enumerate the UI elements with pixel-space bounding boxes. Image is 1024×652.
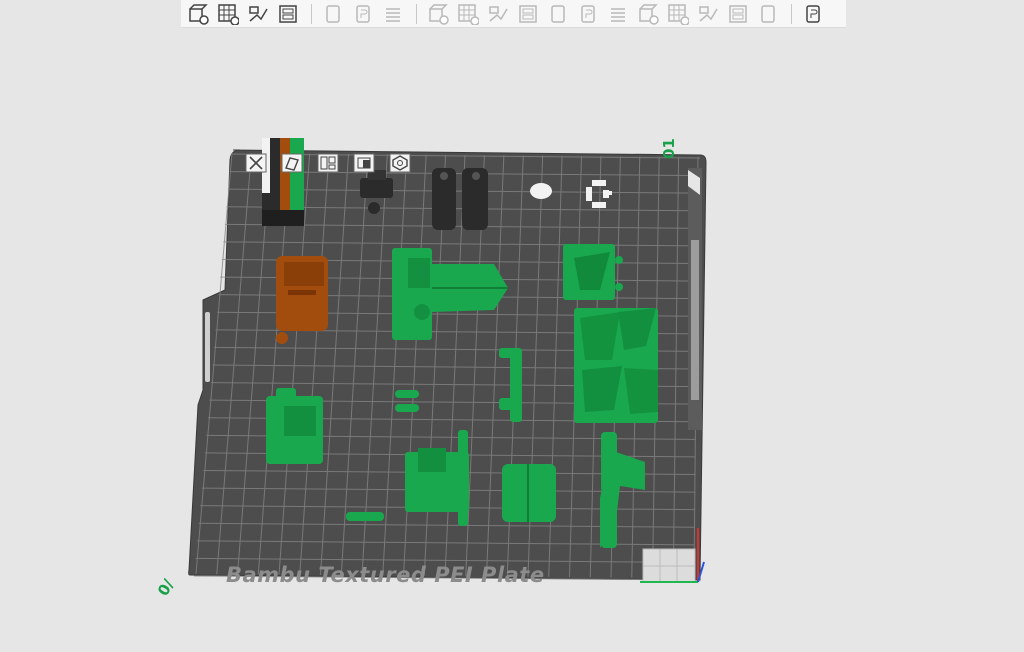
arrange-icon[interactable] [275, 1, 301, 27]
object-green-ramps [574, 308, 658, 423]
plate-toolbar [242, 150, 422, 176]
measure-icon[interactable] [725, 1, 751, 27]
object-green-pin [346, 512, 384, 521]
plate-scene[interactable] [0, 28, 1024, 652]
close-plate-icon[interactable] [242, 150, 270, 176]
plate-type-label: Bambu Textured PEI Plate [226, 563, 545, 587]
toolbar-separator [416, 3, 417, 24]
cut-icon[interactable] [545, 1, 571, 27]
object-orange-block [276, 256, 328, 344]
top-toolbar [181, 0, 846, 28]
split-icon[interactable] [575, 1, 601, 27]
object-green-block [266, 388, 323, 464]
toolbar-separator [791, 3, 792, 24]
move-icon[interactable] [425, 1, 451, 27]
lock-plate-icon[interactable] [350, 150, 378, 176]
object-green-hinge [563, 244, 623, 300]
support-icon[interactable] [635, 1, 661, 27]
settings-plate-icon[interactable] [386, 150, 414, 176]
boolean-icon[interactable] [605, 1, 631, 27]
view-icon[interactable] [800, 1, 826, 27]
3d-viewport[interactable]: 01 0/ Bambu Textured PEI Plate [0, 28, 1024, 652]
plate-number: 01 [660, 138, 678, 159]
scale-icon[interactable] [485, 1, 511, 27]
copy-plate-icon[interactable] [320, 1, 346, 27]
layer-icon[interactable] [380, 1, 406, 27]
paint-icon[interactable] [695, 1, 721, 27]
toolbar-separator [311, 3, 312, 24]
assembly-icon[interactable] [755, 1, 781, 27]
object-white-sphere [530, 183, 552, 199]
arrange-plate-icon[interactable] [314, 150, 342, 176]
text-icon[interactable] [665, 1, 691, 27]
plate-handle [205, 312, 210, 382]
rotate-icon[interactable] [455, 1, 481, 27]
add-grid-icon[interactable] [215, 1, 241, 27]
auto-orient-icon[interactable] [245, 1, 271, 27]
object-green-clips [502, 464, 556, 522]
add-cube-icon[interactable] [185, 1, 211, 27]
plate-p-icon[interactable] [350, 1, 376, 27]
orient-plate-icon[interactable] [278, 150, 306, 176]
lay-flat-icon[interactable] [515, 1, 541, 27]
